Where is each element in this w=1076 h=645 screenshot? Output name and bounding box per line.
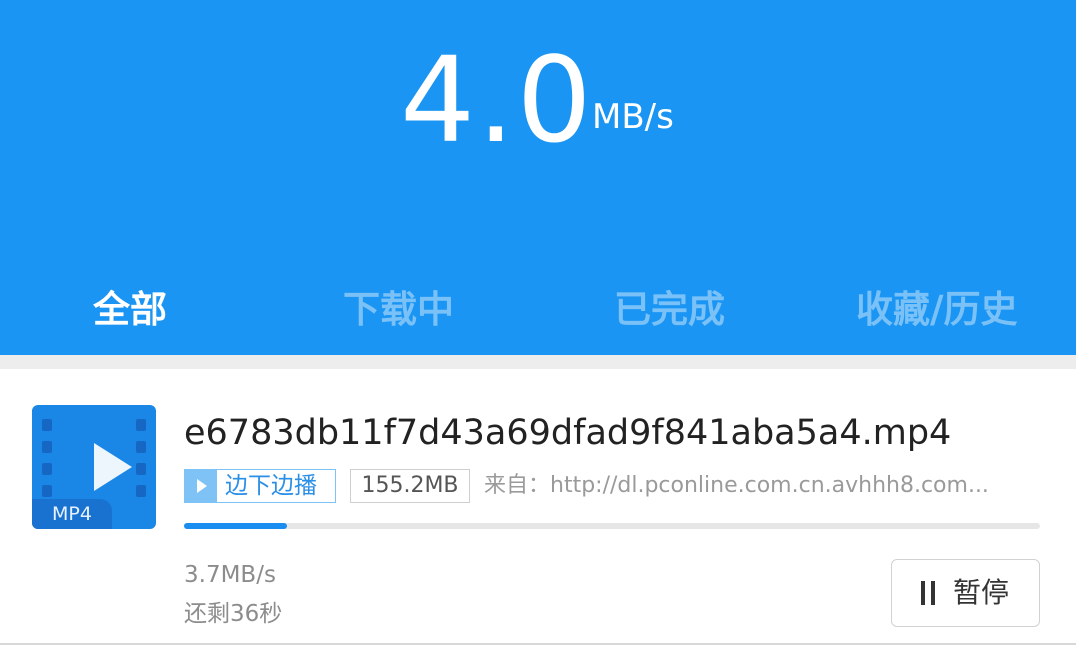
section-divider bbox=[0, 355, 1076, 369]
download-progress-fill bbox=[184, 523, 287, 529]
current-speed-value: 4.0 bbox=[400, 31, 594, 169]
tab-completed[interactable]: 已完成 bbox=[614, 285, 725, 335]
file-name: e6783db11f7d43a69dfad9f841aba5a4.mp4 bbox=[184, 413, 952, 453]
play-while-download-label: 边下边播 bbox=[225, 473, 317, 499]
current-speed-unit: MB/s bbox=[592, 97, 674, 137]
time-remaining: 还剩36秒 bbox=[184, 601, 283, 627]
film-perforation bbox=[42, 463, 52, 475]
tab-all[interactable]: 全部 bbox=[93, 285, 167, 335]
film-perforation bbox=[136, 463, 146, 475]
film-perforation bbox=[42, 485, 52, 497]
film-perforation bbox=[136, 419, 146, 431]
download-item[interactable]: MP4 e6783db11f7d43a69dfad9f841aba5a4.mp4… bbox=[0, 369, 1076, 645]
film-perforation bbox=[136, 485, 146, 497]
file-size-badge: 155.2MB bbox=[350, 469, 470, 503]
download-rate: 3.7MB/s bbox=[184, 562, 276, 588]
play-icon bbox=[94, 443, 132, 491]
video-file-icon: MP4 bbox=[32, 405, 156, 529]
film-perforation bbox=[42, 441, 52, 453]
file-meta-row: 边下边播 155.2MB 来自：http://dl.pconline.com.c… bbox=[184, 469, 1044, 503]
play-badge-icon bbox=[185, 470, 217, 502]
speed-display: 4.0 MB/s bbox=[0, 35, 1076, 165]
source-url: 来自：http://dl.pconline.com.cn.avhhh8.com.… bbox=[484, 473, 989, 498]
download-progress-bar bbox=[184, 523, 1040, 529]
play-while-download-button[interactable]: 边下边播 bbox=[184, 469, 336, 503]
pause-button[interactable]: 暂停 bbox=[891, 559, 1040, 627]
film-perforation bbox=[136, 441, 146, 453]
pause-button-label: 暂停 bbox=[953, 576, 1010, 609]
tab-favorites-history[interactable]: 收藏/历史 bbox=[856, 285, 1018, 335]
tab-downloading[interactable]: 下载中 bbox=[343, 285, 454, 335]
film-perforation bbox=[42, 419, 52, 431]
pause-icon bbox=[919, 581, 937, 605]
speed-header: 4.0 MB/s 全部 下载中 已完成 收藏/历史 bbox=[0, 0, 1076, 355]
file-format-label: MP4 bbox=[32, 499, 112, 529]
